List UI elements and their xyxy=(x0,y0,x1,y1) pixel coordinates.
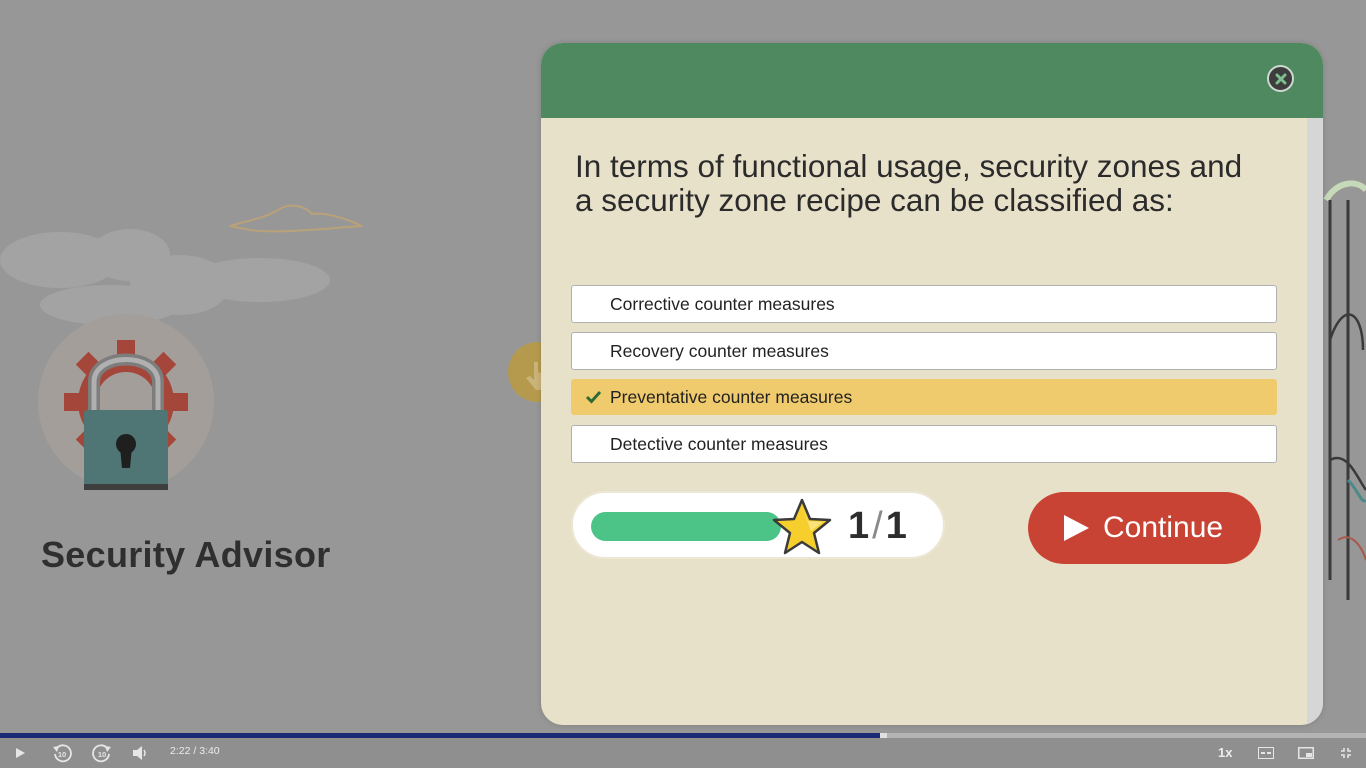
captions-button[interactable] xyxy=(1256,743,1276,763)
score-progress: 1/1 xyxy=(571,491,945,559)
modal-header xyxy=(541,43,1323,118)
forward-10-button[interactable]: 10 xyxy=(90,743,114,763)
answer-option-label: Preventative counter measures xyxy=(610,387,853,407)
continue-button[interactable]: Continue xyxy=(1028,492,1261,564)
rewind-10-icon: 10 xyxy=(53,744,72,763)
answer-options: Corrective counter measures Recovery cou… xyxy=(571,285,1277,472)
star-icon xyxy=(772,498,832,555)
continue-label: Continue xyxy=(1103,511,1224,544)
answer-option-selected[interactable]: Preventative counter measures xyxy=(571,379,1277,415)
play-button[interactable] xyxy=(10,743,30,763)
background-vines-illustration xyxy=(1323,180,1366,600)
score-current: 1 xyxy=(848,505,870,547)
volume-icon xyxy=(133,746,146,760)
picture-in-picture-button[interactable] xyxy=(1296,743,1316,763)
rewind-10-button[interactable]: 10 xyxy=(50,743,74,763)
answer-option[interactable]: Corrective counter measures xyxy=(571,285,1277,323)
answer-option[interactable]: Recovery counter measures xyxy=(571,332,1277,370)
close-button[interactable] xyxy=(1267,65,1294,92)
time-separator: / xyxy=(193,745,197,757)
check-icon xyxy=(585,390,602,404)
svg-text:10: 10 xyxy=(98,750,106,759)
answer-option-label: Corrective counter measures xyxy=(610,294,835,314)
fullscreen-button[interactable] xyxy=(1336,743,1356,763)
playback-time: 2:22 / 3:40 xyxy=(170,745,220,757)
progress-bar xyxy=(591,512,781,541)
security-lock-gear-icon xyxy=(38,314,214,490)
current-time: 2:22 xyxy=(170,745,191,757)
play-icon xyxy=(16,748,25,758)
captions-icon xyxy=(1258,747,1274,759)
score-separator: / xyxy=(872,505,883,547)
forward-10-icon: 10 xyxy=(92,744,111,763)
question-text: In terms of functional usage, security z… xyxy=(575,148,1243,218)
playback-speed-button[interactable]: 1x xyxy=(1218,745,1232,760)
quiz-modal: In terms of functional usage, security z… xyxy=(541,43,1323,725)
volume-button[interactable] xyxy=(130,743,150,763)
fullscreen-icon xyxy=(1341,748,1351,758)
play-icon xyxy=(1064,515,1089,541)
answer-option[interactable]: Detective counter measures xyxy=(571,425,1277,463)
picture-in-picture-icon xyxy=(1298,747,1314,759)
course-title: Security Advisor xyxy=(41,534,331,575)
svg-text:10: 10 xyxy=(58,750,66,759)
score-text: 1/1 xyxy=(848,501,907,551)
answer-option-label: Detective counter measures xyxy=(610,434,828,454)
duration: 3:40 xyxy=(199,745,220,757)
modal-scrollbar[interactable] xyxy=(1307,118,1323,725)
player-controls: 10 10 2:22 / 3:40 1x xyxy=(0,738,1366,768)
score-total: 1 xyxy=(885,505,907,547)
close-icon xyxy=(1275,73,1286,84)
answer-option-label: Recovery counter measures xyxy=(610,341,829,361)
